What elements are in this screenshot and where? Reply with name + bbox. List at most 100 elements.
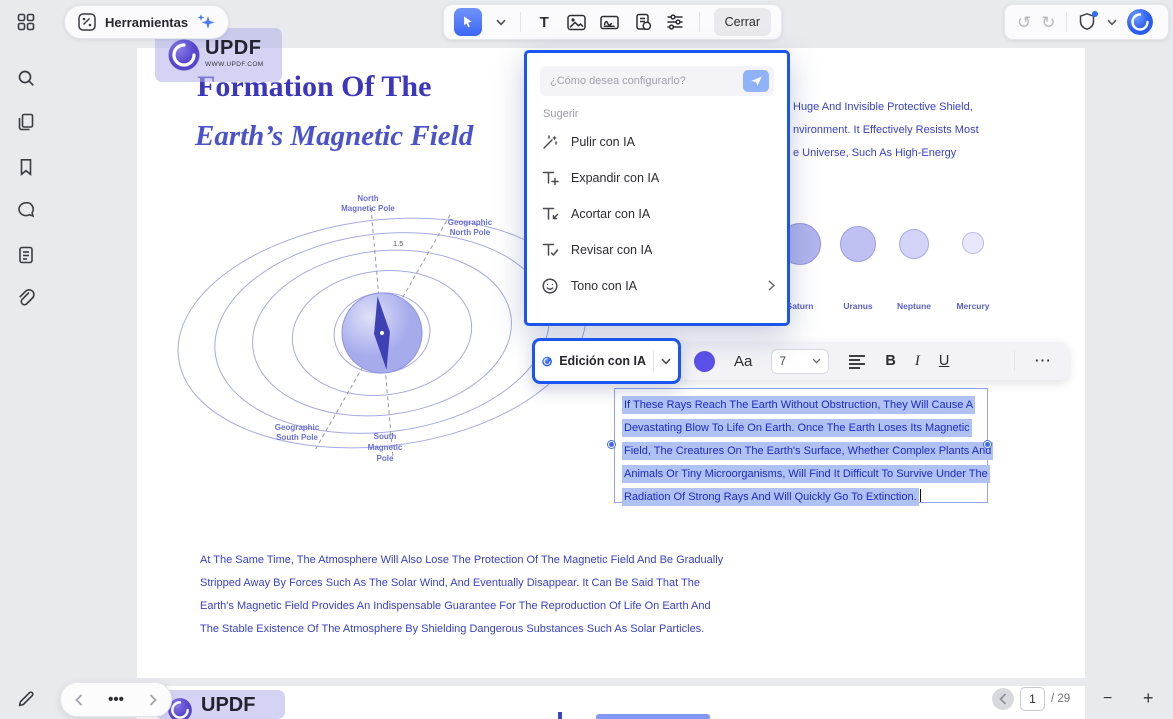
ai-sparkles-icon [196,12,216,32]
notification-dot [1091,11,1098,17]
bold-button[interactable]: B [885,353,895,369]
ai-assistant-popup: Sugerir Pulir con IA Expandir con IA Aco… [524,50,790,326]
selected-line: Radiation Of Strong Rays And Will Quickl… [622,484,987,507]
paragraph-line: The Stable Existence Of The Atmosphere B… [200,623,705,635]
menu-item-revisar[interactable]: Revisar con IA [527,232,787,268]
selection-handle-right[interactable] [984,441,991,448]
selection-handle-left[interactable] [608,441,615,448]
updf-logo-text: UPDF [201,694,256,716]
divider [519,12,521,32]
selected-text-block[interactable]: If These Rays Reach The Earth Without Ob… [614,388,994,506]
chevron-down-icon[interactable] [661,358,671,365]
underline-button[interactable]: U [939,353,949,369]
updf-logo-block-next: UPDF [155,690,285,719]
history-account-toolbar: ↺ ↻ [1004,4,1169,40]
herramientas-icon [77,12,97,32]
text-tool-button[interactable]: T [535,12,554,32]
page-number-input[interactable] [1020,687,1045,711]
svg-text:North Pole: North Pole [450,228,491,237]
bookmark-icon[interactable] [16,157,36,177]
menu-item-expandir[interactable]: Expandir con IA [527,160,787,196]
ai-config-input[interactable] [550,66,740,96]
undo-icon[interactable]: ↺ [1017,14,1031,31]
planet-label-neptune: Neptune [897,301,931,311]
review-text-icon [541,241,559,259]
next-page-banner-fragment [596,714,710,719]
ai-edit-icon [542,356,552,366]
suggest-label: Sugerir [543,108,579,120]
right-text-line: e Universe, Such As High-Energy [793,147,957,159]
previous-page-button[interactable] [992,688,1014,710]
svg-text:Magnetic: Magnetic [368,443,403,452]
paragraph-line: Earth's Magnetic Field Provides An Indis… [200,600,711,612]
redo-icon[interactable]: ↻ [1041,14,1055,31]
right-text-line: Huge And Invisible Protective Shield, [793,101,973,113]
font-size-select[interactable]: 7 [771,348,830,374]
align-button[interactable] [848,354,866,369]
selected-line: If These Rays Reach The Earth Without Ob… [622,392,987,415]
selected-line: Field, The Creatures On The Earth's Surf… [622,438,994,461]
tone-smiley-icon [541,277,559,295]
image-tool-button[interactable] [567,12,587,32]
signature-pen-icon[interactable] [16,689,36,709]
text-color-swatch[interactable] [694,350,715,372]
right-text-line: nvironment. It Effectively Resists Most [793,124,979,136]
divider [1014,351,1015,371]
ai-input-wrap [540,66,774,96]
comments-icon[interactable] [16,200,36,220]
updf-app-window: Formation Of The Earth’s Magnetic Field … [0,0,1173,719]
edit-tools-toolbar: T Cerrar [443,4,782,40]
herramientas-label: Herramientas [105,14,189,30]
stamp-tool-button[interactable] [633,12,652,32]
label-north-magnetic: North [357,194,378,203]
menu-item-acortar[interactable]: Acortar con IA [527,196,787,232]
pages-thumbnails-icon[interactable] [16,112,36,132]
chevron-down-icon[interactable] [1106,19,1117,26]
updf-logo-icon [168,39,200,71]
paragraph-line: Stripped Away By Forces Such As The Sola… [200,577,700,589]
menu-item-pulir[interactable]: Pulir con IA [527,124,787,160]
search-icon[interactable] [16,68,36,88]
divider [698,12,700,32]
ai-edit-button[interactable]: Edición con IA [532,338,681,384]
selected-line: Devastating Blow To Life On Earth. Once … [622,415,987,438]
planet-label-uranus: Uranus [843,301,873,311]
font-button[interactable]: Aa [734,353,752,370]
planet-neptune [899,229,929,259]
cerrar-button[interactable]: Cerrar [713,8,772,36]
divider [653,351,654,371]
label-geo-south: Geographic [275,423,320,432]
chevron-left-icon[interactable] [75,693,83,706]
chevron-right-icon[interactable] [149,693,157,706]
selected-line: Animals Or Tiny Microorganisms, Will Fin… [622,461,990,484]
divider [1065,12,1067,32]
zoom-out-button[interactable]: − [1103,690,1112,708]
expand-text-icon [541,169,559,187]
menu-item-tono[interactable]: Tono con IA [527,268,787,304]
protect-shield-icon[interactable] [1077,11,1098,32]
zoom-in-button[interactable]: + [1143,688,1154,709]
properties-sliders-button[interactable] [666,12,685,32]
updf-logo-text: UPDF [205,37,262,59]
italic-button[interactable]: I [915,353,920,370]
herramientas-button[interactable]: Herramientas [64,5,230,39]
select-tool-button[interactable] [454,8,482,36]
chevron-down-icon[interactable] [496,19,506,26]
planet-uranus [840,226,876,262]
shorten-text-icon [541,205,559,223]
send-button[interactable] [743,70,769,92]
page-total-label: / 29 [1051,693,1071,705]
more-pages-button[interactable]: ••• [108,691,124,708]
svg-text:Magnetic Pole: Magnetic Pole [341,204,395,213]
next-page-text-fragment [558,712,562,719]
attachment-paperclip-icon[interactable] [16,289,36,309]
text-format-toolbar: Aa 7 B I U ⋯ [676,342,1069,380]
document-outline-icon[interactable] [16,245,36,265]
signature-tool-button[interactable] [600,12,620,32]
polish-wand-icon [541,133,559,151]
svg-text:Pole: Pole [377,454,394,463]
avatar[interactable] [1126,9,1153,35]
more-options-button[interactable]: ⋯ [1034,351,1051,371]
chevron-down-icon [812,358,821,364]
apps-grid-icon[interactable] [16,12,36,32]
